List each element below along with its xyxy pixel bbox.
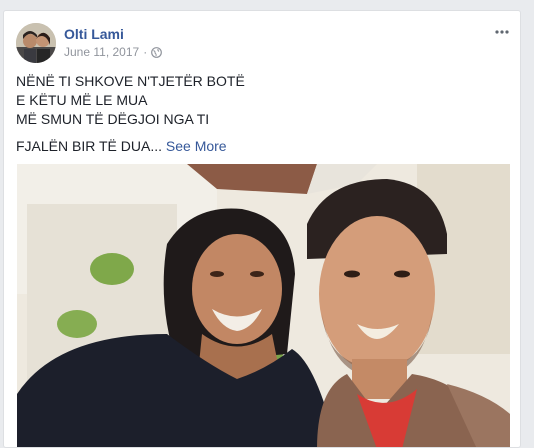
post-date[interactable]: June 11, 2017 xyxy=(64,45,139,59)
post-body: NËNË TI SHKOVE N'TJETËR BOTË E KËTU MË L… xyxy=(16,72,506,156)
post-text-line: E KËTU MË LE MUA xyxy=(16,92,148,108)
post-text-line: NËNË TI SHKOVE N'TJETËR BOTË xyxy=(16,73,245,89)
post-photo[interactable] xyxy=(17,164,510,447)
globe-icon[interactable] xyxy=(151,46,163,58)
post-text-truncated: FJALËN BIR TË DUA... xyxy=(16,138,162,154)
author-name[interactable]: Olti Lami xyxy=(64,26,124,42)
post-header: Olti Lami June 11, 2017 · xyxy=(4,11,520,71)
more-options-icon[interactable] xyxy=(492,25,512,39)
post-text-line: MË SMUN TË DËGJOI NGA TI xyxy=(16,111,210,127)
see-more-link[interactable]: See More xyxy=(166,138,227,154)
post-meta: June 11, 2017 · xyxy=(64,45,163,59)
meta-separator: · xyxy=(143,45,148,59)
post-card: Olti Lami June 11, 2017 · NËNË TI SHKOVE… xyxy=(3,10,521,448)
author-avatar[interactable] xyxy=(16,23,56,63)
post-text-last-line: FJALËN BIR TË DUA... See More xyxy=(16,137,506,156)
